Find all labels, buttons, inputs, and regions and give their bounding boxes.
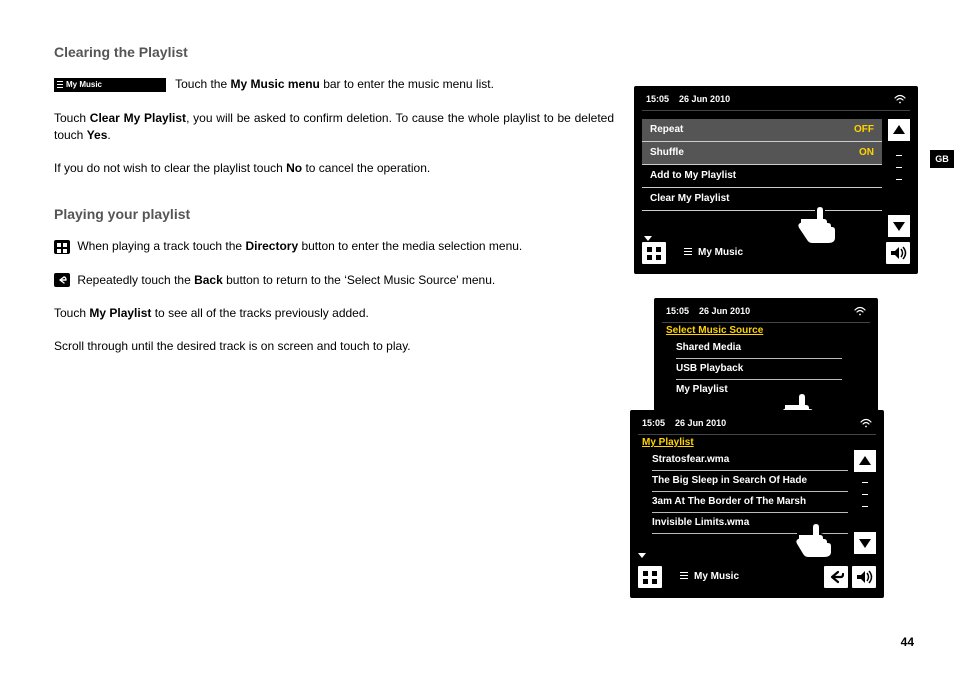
scroll-up-button[interactable] [854,450,876,472]
menu-item-repeat[interactable]: Repeat OFF [642,119,882,142]
back-button[interactable] [824,566,848,588]
status-time: 15:05 [646,94,669,104]
directory-button[interactable] [638,566,662,588]
text-column: Clearing the Playlist My Music Touch the… [54,42,614,372]
paragraph-7: Scroll through until the desired track i… [54,338,614,355]
scroll-down-button[interactable] [854,532,876,554]
status-bar: 15:05 26 Jun 2010 [638,418,876,435]
status-bar: 15:05 26 Jun 2010 [642,94,910,111]
menu-icon [684,248,692,257]
wifi-icon [894,94,906,104]
heading-playing: Playing your playlist [54,204,614,224]
page-number: 44 [901,635,914,649]
menu-item-clear-playlist[interactable]: Clear My Playlist [642,188,882,211]
status-bar: 15:05 26 Jun 2010 [662,306,870,323]
my-music-bar-bottom[interactable]: My Music [672,568,814,586]
my-music-bar: My Music [54,78,166,92]
wifi-icon [854,306,866,316]
status-date: 26 Jun 2010 [675,418,726,428]
list-item-my-playlist[interactable]: My Playlist [676,380,842,400]
back-icon [54,273,70,287]
menu-item-add-playlist[interactable]: Add to My Playlist [642,165,882,188]
scroll-indicator-icon [638,553,646,558]
status-time: 15:05 [666,306,689,316]
menu-icon [680,572,688,581]
paragraph-4: When playing a track touch the Directory… [54,238,614,255]
scroll-indicator-icon [644,236,652,241]
paragraph-2: Touch Clear My Playlist, you will be ask… [54,110,614,145]
list-item-usb[interactable]: USB Playback [676,359,842,380]
menu-header-my-playlist: My Playlist [638,435,876,450]
status-date: 26 Jun 2010 [699,306,750,316]
scroll-up-button[interactable] [888,119,910,141]
speaker-button[interactable] [886,242,910,264]
menu-item-shuffle[interactable]: Shuffle ON [642,142,882,165]
menu-icon [57,81,63,89]
paragraph-6: Touch My Playlist to see all of the trac… [54,305,614,322]
track-item[interactable]: 3am At The Border of The Marsh [652,492,848,513]
scroll-down-button[interactable] [888,215,910,237]
speaker-button[interactable] [852,566,876,588]
directory-icon [54,240,70,254]
heading-clearing: Clearing the Playlist [54,42,614,62]
device-screen-music-menu: 15:05 26 Jun 2010 Repeat OFF Shuffle ON … [634,86,918,274]
status-date: 26 Jun 2010 [679,94,730,104]
status-time: 15:05 [642,418,665,428]
device-screen-playlist: 15:05 26 Jun 2010 My Playlist Stratosfea… [630,410,884,598]
track-item[interactable]: Stratosfear.wma [652,450,848,471]
track-item[interactable]: Invisible Limits.wma [652,513,848,534]
paragraph-1: My Music Touch the My Music menu bar to … [54,76,614,93]
paragraph-3: If you do not wish to clear the playlist… [54,160,614,177]
my-music-bar-bottom[interactable]: My Music [676,244,876,262]
paragraph-5: Repeatedly touch the Back button to retu… [54,272,614,289]
track-item[interactable]: The Big Sleep in Search Of Hade [652,471,848,492]
menu-header-select-source: Select Music Source [662,323,870,338]
wifi-icon [860,418,872,428]
region-tab: GB [930,150,954,168]
directory-button[interactable] [642,242,666,264]
list-item-shared-media[interactable]: Shared Media [676,338,842,359]
